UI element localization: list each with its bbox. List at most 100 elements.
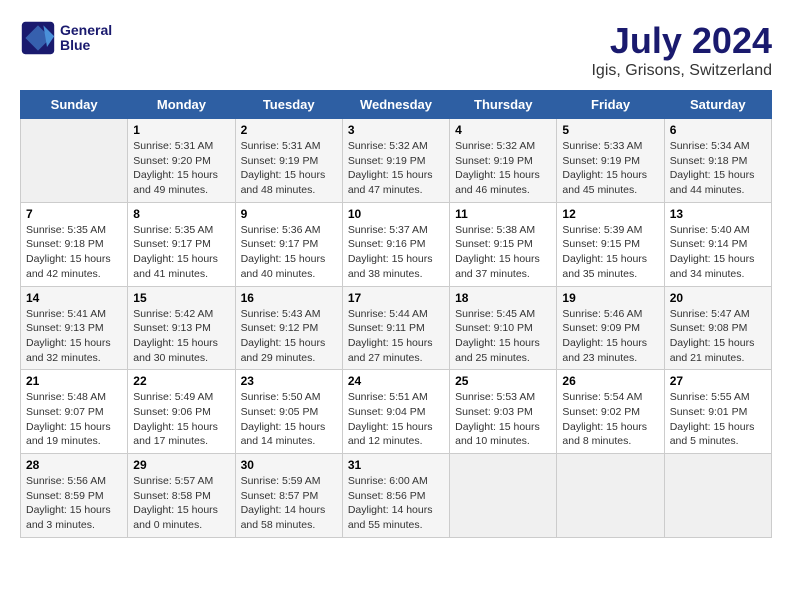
day-number: 4 — [455, 123, 551, 137]
day-number: 26 — [562, 374, 658, 388]
day-number: 7 — [26, 207, 122, 221]
calendar-cell: 15 Sunrise: 5:42 AMSunset: 9:13 PMDayligh… — [128, 286, 235, 370]
day-info: Sunrise: 5:38 AMSunset: 9:15 PMDaylight:… — [455, 223, 551, 282]
weekday-header-sunday: Sunday — [21, 91, 128, 119]
day-info: Sunrise: 5:57 AMSunset: 8:58 PMDaylight:… — [133, 474, 229, 533]
day-info: Sunrise: 5:49 AMSunset: 9:06 PMDaylight:… — [133, 390, 229, 449]
day-info: Sunrise: 5:59 AMSunset: 8:57 PMDaylight:… — [241, 474, 337, 533]
calendar-cell: 1Sunrise: 5:31 AMSunset: 9:20 PMDaylight… — [128, 119, 235, 203]
day-info: Sunrise: 5:35 AMSunset: 9:17 PMDaylight:… — [133, 223, 229, 282]
day-number: 24 — [348, 374, 444, 388]
calendar-table: SundayMondayTuesdayWednesdayThursdayFrid… — [20, 90, 772, 538]
day-info: Sunrise: 5:37 AMSunset: 9:16 PMDaylight:… — [348, 223, 444, 282]
day-info: Sunrise: 5:31 AMSunset: 9:20 PMDaylight:… — [133, 139, 229, 198]
calendar-cell: 27 Sunrise: 5:55 AMSunset: 9:01 PMDayligh… — [664, 370, 771, 454]
weekday-header-wednesday: Wednesday — [342, 91, 449, 119]
day-info: Sunrise: 5:35 AMSunset: 9:18 PMDaylight:… — [26, 223, 122, 282]
day-number: 3 — [348, 123, 444, 137]
day-number: 29 — [133, 458, 229, 472]
calendar-cell: 13 Sunrise: 5:40 AMSunset: 9:14 PMDayligh… — [664, 202, 771, 286]
calendar-cell: 7 Sunrise: 5:35 AMSunset: 9:18 PMDaylight… — [21, 202, 128, 286]
calendar-cell: 24 Sunrise: 5:51 AMSunset: 9:04 PMDayligh… — [342, 370, 449, 454]
day-info: Sunrise: 5:32 AMSunset: 9:19 PMDaylight:… — [348, 139, 444, 198]
day-number: 19 — [562, 291, 658, 305]
logo: General Blue — [20, 20, 112, 56]
calendar-cell — [557, 454, 664, 538]
day-info: Sunrise: 5:48 AMSunset: 9:07 PMDaylight:… — [26, 390, 122, 449]
calendar-cell: 14 Sunrise: 5:41 AMSunset: 9:13 PMDayligh… — [21, 286, 128, 370]
calendar-week-row: 21 Sunrise: 5:48 AMSunset: 9:07 PMDayligh… — [21, 370, 772, 454]
day-info: Sunrise: 5:41 AMSunset: 9:13 PMDaylight:… — [26, 307, 122, 366]
day-info: Sunrise: 5:32 AMSunset: 9:19 PMDaylight:… — [455, 139, 551, 198]
calendar-week-row: 1Sunrise: 5:31 AMSunset: 9:20 PMDaylight… — [21, 119, 772, 203]
day-info: Sunrise: 5:44 AMSunset: 9:11 PMDaylight:… — [348, 307, 444, 366]
day-number: 31 — [348, 458, 444, 472]
day-info: Sunrise: 5:46 AMSunset: 9:09 PMDaylight:… — [562, 307, 658, 366]
calendar-cell: 2 Sunrise: 5:31 AMSunset: 9:19 PMDaylight… — [235, 119, 342, 203]
day-number: 22 — [133, 374, 229, 388]
calendar-header: SundayMondayTuesdayWednesdayThursdayFrid… — [21, 91, 772, 119]
weekday-header-tuesday: Tuesday — [235, 91, 342, 119]
day-info: Sunrise: 6:00 AMSunset: 8:56 PMDaylight:… — [348, 474, 444, 533]
day-info: Sunrise: 5:33 AMSunset: 9:19 PMDaylight:… — [562, 139, 658, 198]
location-subtitle: Igis, Grisons, Switzerland — [591, 62, 772, 80]
calendar-cell — [664, 454, 771, 538]
calendar-cell — [21, 119, 128, 203]
logo-icon — [20, 20, 56, 56]
day-number: 15 — [133, 291, 229, 305]
calendar-cell — [450, 454, 557, 538]
calendar-cell: 6 Sunrise: 5:34 AMSunset: 9:18 PMDaylight… — [664, 119, 771, 203]
calendar-cell: 10Sunrise: 5:37 AMSunset: 9:16 PMDayligh… — [342, 202, 449, 286]
day-number: 2 — [241, 123, 337, 137]
day-info: Sunrise: 5:34 AMSunset: 9:18 PMDaylight:… — [670, 139, 766, 198]
day-info: Sunrise: 5:40 AMSunset: 9:14 PMDaylight:… — [670, 223, 766, 282]
calendar-body: 1Sunrise: 5:31 AMSunset: 9:20 PMDaylight… — [21, 119, 772, 538]
day-info: Sunrise: 5:43 AMSunset: 9:12 PMDaylight:… — [241, 307, 337, 366]
calendar-cell: 23Sunrise: 5:50 AMSunset: 9:05 PMDayligh… — [235, 370, 342, 454]
calendar-cell: 3 Sunrise: 5:32 AMSunset: 9:19 PMDaylight… — [342, 119, 449, 203]
month-year-title: July 2024 — [591, 20, 772, 62]
day-number: 12 — [562, 207, 658, 221]
day-number: 20 — [670, 291, 766, 305]
day-info: Sunrise: 5:39 AMSunset: 9:15 PMDaylight:… — [562, 223, 658, 282]
calendar-week-row: 14 Sunrise: 5:41 AMSunset: 9:13 PMDayligh… — [21, 286, 772, 370]
day-info: Sunrise: 5:51 AMSunset: 9:04 PMDaylight:… — [348, 390, 444, 449]
day-info: Sunrise: 5:31 AMSunset: 9:19 PMDaylight:… — [241, 139, 337, 198]
day-info: Sunrise: 5:36 AMSunset: 9:17 PMDaylight:… — [241, 223, 337, 282]
day-number: 11 — [455, 207, 551, 221]
page-header: General Blue July 2024 Igis, Grisons, Sw… — [20, 20, 772, 80]
logo-text: General Blue — [60, 23, 112, 54]
day-number: 27 — [670, 374, 766, 388]
day-info: Sunrise: 5:53 AMSunset: 9:03 PMDaylight:… — [455, 390, 551, 449]
day-info: Sunrise: 5:54 AMSunset: 9:02 PMDaylight:… — [562, 390, 658, 449]
day-number: 13 — [670, 207, 766, 221]
day-number: 28 — [26, 458, 122, 472]
calendar-cell: 31 Sunrise: 6:00 AMSunset: 8:56 PMDayligh… — [342, 454, 449, 538]
calendar-week-row: 7 Sunrise: 5:35 AMSunset: 9:18 PMDaylight… — [21, 202, 772, 286]
day-number: 18 — [455, 291, 551, 305]
day-number: 14 — [26, 291, 122, 305]
calendar-cell: 19 Sunrise: 5:46 AMSunset: 9:09 PMDayligh… — [557, 286, 664, 370]
calendar-cell: 21 Sunrise: 5:48 AMSunset: 9:07 PMDayligh… — [21, 370, 128, 454]
weekday-header-monday: Monday — [128, 91, 235, 119]
day-info: Sunrise: 5:55 AMSunset: 9:01 PMDaylight:… — [670, 390, 766, 449]
day-info: Sunrise: 5:42 AMSunset: 9:13 PMDaylight:… — [133, 307, 229, 366]
calendar-week-row: 28Sunrise: 5:56 AMSunset: 8:59 PMDayligh… — [21, 454, 772, 538]
day-number: 6 — [670, 123, 766, 137]
day-info: Sunrise: 5:47 AMSunset: 9:08 PMDaylight:… — [670, 307, 766, 366]
calendar-cell: 11 Sunrise: 5:38 AMSunset: 9:15 PMDayligh… — [450, 202, 557, 286]
day-info: Sunrise: 5:45 AMSunset: 9:10 PMDaylight:… — [455, 307, 551, 366]
weekday-header-friday: Friday — [557, 91, 664, 119]
calendar-cell: 4 Sunrise: 5:32 AMSunset: 9:19 PMDaylight… — [450, 119, 557, 203]
calendar-cell: 9Sunrise: 5:36 AMSunset: 9:17 PMDaylight… — [235, 202, 342, 286]
calendar-cell: 29 Sunrise: 5:57 AMSunset: 8:58 PMDayligh… — [128, 454, 235, 538]
weekday-header-row: SundayMondayTuesdayWednesdayThursdayFrid… — [21, 91, 772, 119]
day-number: 21 — [26, 374, 122, 388]
day-number: 16 — [241, 291, 337, 305]
calendar-cell: 17Sunrise: 5:44 AMSunset: 9:11 PMDayligh… — [342, 286, 449, 370]
calendar-cell: 25 Sunrise: 5:53 AMSunset: 9:03 PMDayligh… — [450, 370, 557, 454]
calendar-cell: 22 Sunrise: 5:49 AMSunset: 9:06 PMDayligh… — [128, 370, 235, 454]
weekday-header-thursday: Thursday — [450, 91, 557, 119]
day-number: 25 — [455, 374, 551, 388]
day-number: 8 — [133, 207, 229, 221]
